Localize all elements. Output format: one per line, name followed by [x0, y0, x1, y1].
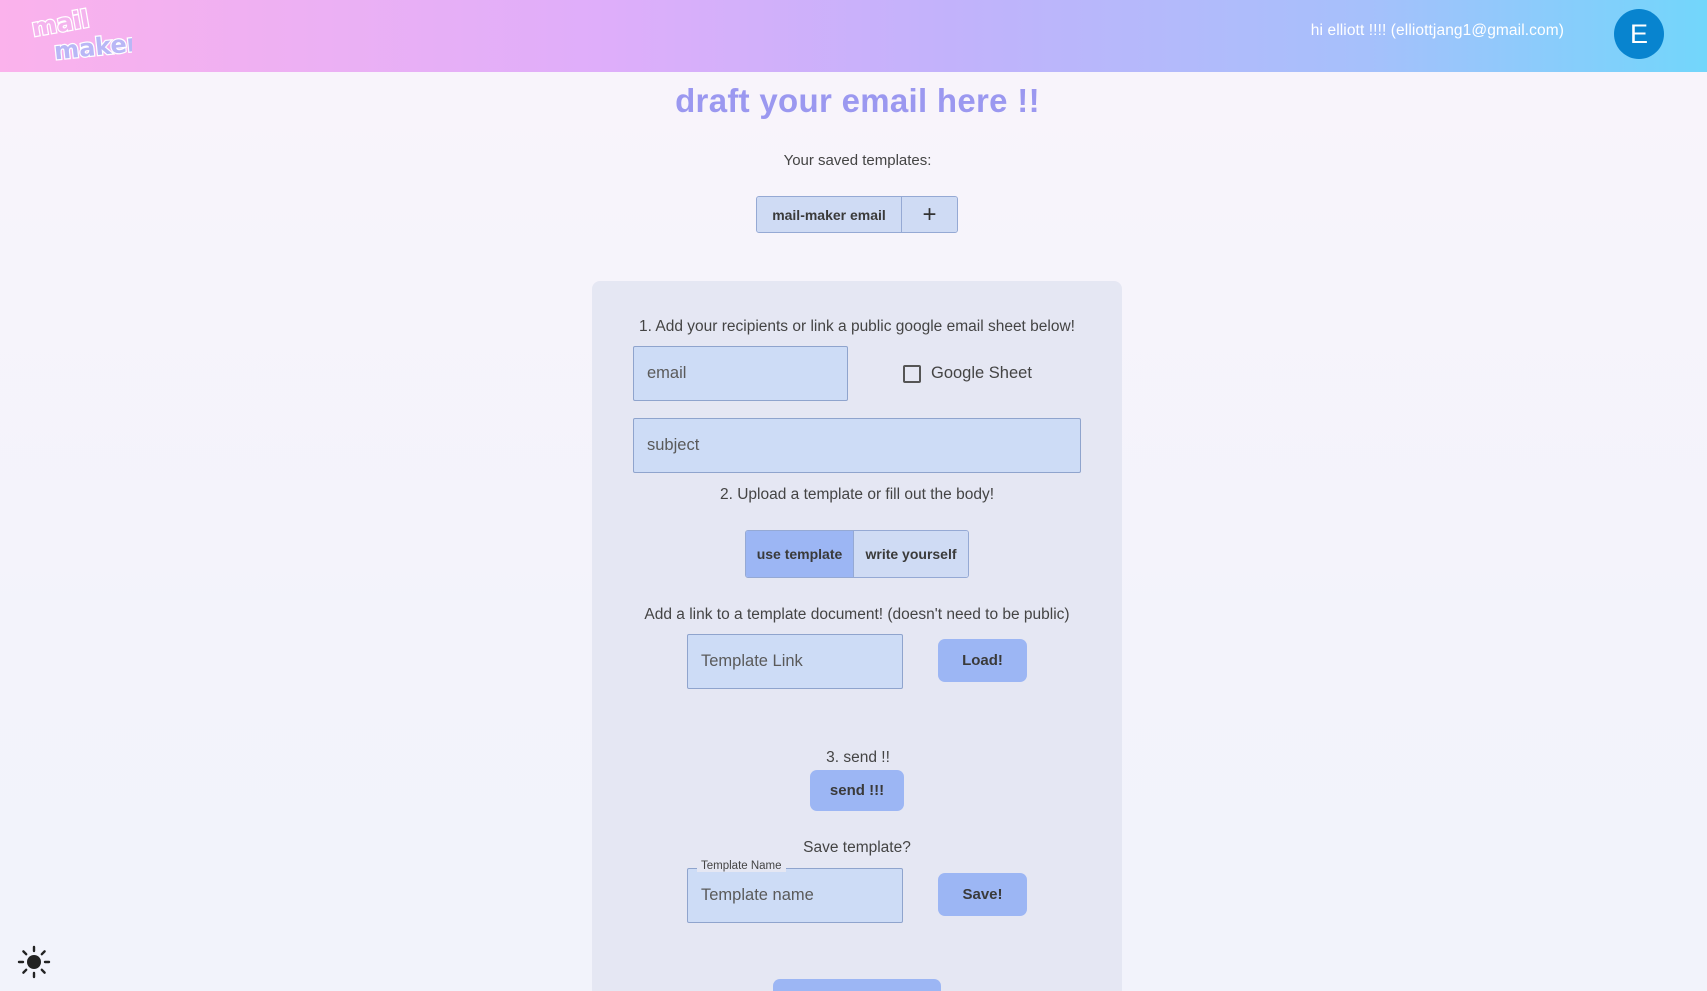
subject-input[interactable]: subject [633, 418, 1081, 473]
google-sheet-option[interactable]: Google Sheet [903, 364, 1032, 383]
mail-maker-logo[interactable]: mail maker [28, 6, 132, 62]
email-input[interactable]: email [633, 346, 848, 401]
body-mode-toggle: use template write yourself [745, 530, 969, 578]
write-yourself-toggle[interactable]: write yourself [854, 531, 968, 577]
step2-label: 2. Upload a template or fill out the bod… [720, 486, 994, 503]
save-template-label: Save template? [803, 839, 911, 856]
google-sheet-label: Google Sheet [931, 364, 1032, 382]
google-sheet-checkbox[interactable] [903, 364, 921, 383]
top-header: mail maker hi elliott !!!! (elliottjang1… [0, 0, 1707, 72]
template-link-input[interactable]: Template Link [687, 634, 903, 689]
avatar[interactable]: E [1614, 9, 1664, 59]
bottom-button-partial[interactable] [773, 979, 941, 991]
template-name-floating-label: Template Name [697, 860, 786, 872]
step3-label: 3. send !! [826, 749, 890, 766]
step1-label: 1. Add your recipients or link a public … [639, 318, 1075, 335]
use-template-toggle[interactable]: use template [746, 531, 854, 577]
send-button[interactable]: send !!! [810, 770, 904, 811]
saved-template-button[interactable]: mail-maker email [757, 197, 902, 232]
saved-templates-group: mail-maker email + [756, 196, 958, 233]
save-button[interactable]: Save! [938, 873, 1027, 916]
template-name-input[interactable]: Template name [687, 868, 903, 923]
load-button[interactable]: Load! [938, 639, 1027, 682]
template-link-label: Add a link to a template document! (does… [644, 606, 1070, 623]
page-title: draft your email here !! [675, 82, 1040, 119]
saved-templates-label: Your saved templates: [783, 152, 932, 169]
add-template-button[interactable]: + [902, 197, 957, 232]
user-greeting: hi elliott !!!! (elliottjang1@gmail.com) [1310, 22, 1564, 39]
sun-icon[interactable] [17, 945, 51, 979]
